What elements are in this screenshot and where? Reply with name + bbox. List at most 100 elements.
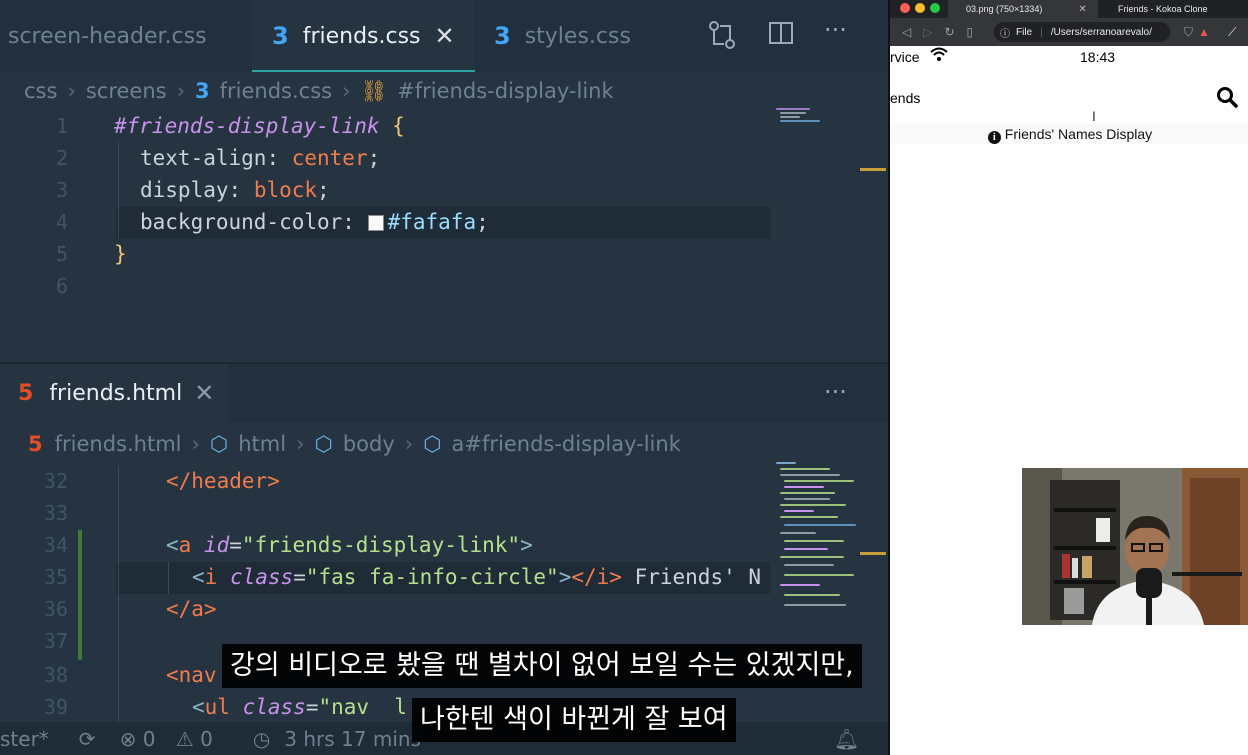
close-icon[interactable]: ✕ [1078, 4, 1086, 15]
line-number: 36 [43, 597, 68, 621]
html5-icon: 5 [28, 432, 43, 456]
breadcrumb-item[interactable]: friends.html [55, 432, 182, 456]
webcam-video [1022, 468, 1248, 625]
close-window-button[interactable] [900, 3, 910, 13]
code-line[interactable]: </a> [166, 593, 217, 625]
cube-icon: ⬡ [209, 432, 229, 456]
line-number: 35 [43, 565, 68, 589]
selector-icon: ⛓ [360, 78, 388, 103]
search-icon[interactable] [1216, 86, 1238, 111]
text-cursor-icon: I [1092, 108, 1096, 124]
code-editor: screen-header.css 3 friends.css ✕ 3 styl… [0, 0, 888, 755]
shield-icon[interactable]: ⛉ [1184, 25, 1193, 40]
subtitle-line-1: 강의 비디오로 봤을 땐 별차이 없어 보일 수는 있겠지만, [222, 644, 862, 688]
code-line[interactable]: </header> [166, 465, 280, 497]
line-number: 2 [55, 146, 68, 170]
line-number: 37 [43, 629, 68, 653]
css3-icon: 3 [195, 79, 210, 103]
errors-indicator[interactable]: ⊗ 0 ⚠ 0 [120, 727, 227, 751]
split-editor-icon[interactable] [768, 20, 794, 54]
code-line[interactable]: #friends-display-link { [114, 110, 405, 142]
info-circle-icon: i [987, 131, 1001, 144]
more-actions-icon[interactable]: ··· [824, 378, 847, 412]
breadcrumb-item[interactable]: html [238, 432, 286, 456]
line-number: 4 [55, 210, 68, 234]
chevron-right-icon: › [296, 432, 305, 456]
browser-window: 03.png (750×1334) ✕ Friends - Kokoa Clone… [888, 0, 1248, 755]
indent-guide [118, 142, 119, 238]
minimize-window-button[interactable] [915, 3, 925, 13]
browser-tab[interactable]: 03.png (750×1334) ✕ [948, 0, 1098, 18]
color-swatch[interactable] [367, 215, 384, 231]
line-number: 32 [43, 469, 68, 493]
line-number: 6 [55, 274, 68, 298]
back-icon[interactable]: ◁ [902, 25, 911, 39]
chevron-right-icon: › [176, 79, 185, 103]
browser-tab-strip: 03.png (750×1334) ✕ Friends - Kokoa Clone [890, 0, 1248, 18]
indent-guide [118, 466, 119, 722]
editor-tab-bar: screen-header.css 3 friends.css ✕ 3 styl… [0, 0, 888, 72]
browser-tab[interactable]: Friends - Kokoa Clone [1102, 0, 1248, 18]
breadcrumb-item[interactable]: screens [86, 79, 167, 103]
clock-icon: ◷ [252, 726, 271, 751]
line-number: 3 [55, 178, 68, 202]
tab-friends-css[interactable]: 3 friends.css ✕ [252, 0, 475, 72]
chevron-right-icon: › [67, 79, 76, 103]
bookmark-icon[interactable]: ▯ [967, 25, 974, 39]
breadcrumb: css › screens › 3 friends.css › ⛓ #frien… [24, 73, 614, 109]
warning-icon[interactable]: ▲ [1198, 25, 1210, 39]
code-line[interactable]: background-color: #fafafa; [140, 206, 489, 238]
friends-display-link[interactable]: i Friends' Names Display [890, 124, 1248, 144]
close-icon[interactable]: ✕ [435, 22, 455, 50]
code-line[interactable]: <i class="fas fa-info-circle"></i> Frien… [192, 561, 761, 593]
close-icon[interactable]: ✕ [194, 379, 214, 407]
bell-icon[interactable]: 🔔︎ [834, 727, 859, 751]
breadcrumb: 5 friends.html › ⬡ html › ⬡ body › ⬡ a#f… [28, 426, 681, 462]
line-number: 38 [43, 663, 68, 687]
code-line[interactable]: display: block; [140, 174, 330, 206]
app-header: ends I [890, 80, 1248, 124]
subtitle-line-2: 나한텐 색이 바뀐게 잘 보여 [412, 698, 736, 742]
chevron-right-icon: › [404, 432, 414, 456]
scroll-marker [860, 168, 886, 171]
address-bar[interactable]: ⓘ File | /Users/serranoarevalo/ [994, 22, 1170, 42]
more-actions-icon[interactable]: ··· [824, 16, 847, 50]
maximize-window-button[interactable] [930, 3, 940, 13]
breadcrumb-item[interactable]: #friends-display-link [397, 79, 613, 103]
chevron-right-icon: › [342, 79, 351, 103]
indent-guide [168, 562, 169, 594]
breadcrumb-item[interactable]: a#friends-display-link [452, 432, 681, 456]
code-line[interactable]: <a id="friends-display-link"> [166, 529, 533, 561]
time-tracker[interactable]: 3 hrs 17 mins [284, 727, 421, 751]
tab-screen-header-css[interactable]: screen-header.css [8, 0, 207, 72]
code-line[interactable]: <nav [166, 659, 217, 691]
breadcrumb-item[interactable]: css [24, 79, 57, 103]
phone-status-bar: rvice 18:43 [890, 47, 1116, 65]
css3-icon: 3 [494, 22, 511, 50]
breadcrumb-item[interactable]: friends.css [220, 79, 332, 103]
page-title: ends [890, 90, 921, 106]
chevron-right-icon: › [191, 432, 200, 456]
line-number: 5 [55, 242, 68, 266]
extension-icon[interactable]: ⟋ [1228, 25, 1236, 40]
code-line[interactable]: text-align: center; [140, 142, 380, 174]
compare-changes-icon[interactable] [708, 20, 736, 54]
line-number: 39 [43, 695, 68, 719]
breadcrumb-item[interactable]: body [343, 432, 395, 456]
tab-styles-css[interactable]: 3 styles.css [494, 0, 631, 72]
git-modified-bar [78, 530, 82, 660]
reload-icon[interactable]: ↻ [944, 25, 954, 39]
html5-icon: 5 [18, 380, 34, 406]
line-number: 34 [43, 533, 68, 557]
line-number: 1 [55, 114, 68, 138]
css3-icon: 3 [272, 22, 289, 50]
sync-icon[interactable]: ⟳ [79, 727, 96, 751]
info-icon[interactable]: ⓘ [1000, 25, 1010, 40]
cube-icon: ⬡ [423, 432, 442, 456]
code-line[interactable]: <ul class="nav l [192, 691, 407, 723]
webcam-overlay [1022, 468, 1248, 625]
forward-icon[interactable]: ▷ [923, 25, 932, 39]
tab-friends-html[interactable]: 5 friends.html ✕ [0, 364, 228, 422]
branch-name[interactable]: ster* [0, 727, 49, 751]
code-line[interactable]: } [114, 238, 127, 270]
